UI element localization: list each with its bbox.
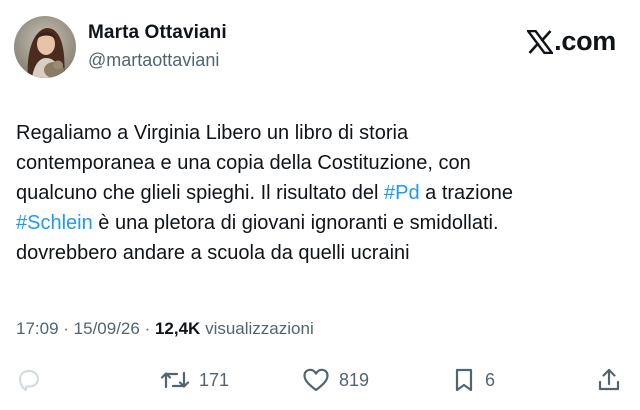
tweet-text-segment: è una pletora di giovani ignoranti e smi…	[92, 212, 499, 234]
reply-button[interactable]	[16, 362, 42, 398]
x-brand: .com	[527, 26, 616, 57]
tweet-line: qualcuno che glieli spieghi. Il risultat…	[16, 178, 626, 208]
reply-icon	[19, 370, 39, 391]
views-label: visualizzazioni	[205, 319, 314, 338]
repost-icon	[160, 371, 190, 389]
bookmark-button[interactable]: 6	[452, 362, 495, 398]
tweet-text: Regaliamo a Virginia Libero un libro di …	[16, 118, 626, 268]
tweet-line: Regaliamo a Virginia Libero un libro di …	[16, 118, 626, 148]
hashtag-link[interactable]: #Pd	[384, 182, 420, 204]
repost-count: 171	[199, 369, 230, 390]
meta-separator: ·	[58, 319, 74, 338]
hashtag-link[interactable]: #Schlein	[16, 212, 93, 234]
bookmark-icon	[455, 368, 473, 392]
author-handle[interactable]: @martaottaviani	[88, 50, 219, 71]
views-count: 12,4K	[154, 319, 201, 338]
tweet-line: dovrebbero andare a scuola da quelli ucr…	[16, 238, 626, 268]
share-button[interactable]	[596, 362, 622, 398]
meta-separator: ·	[139, 319, 155, 338]
avatar-photo	[14, 16, 76, 78]
tweet-line: contemporanea e una copia della Costituz…	[16, 148, 626, 178]
tweet-line: #Schlein è una pletora di giovani ignora…	[16, 208, 626, 238]
like-button[interactable]: 819	[302, 362, 369, 398]
tweet-text-segment: contemporanea e una copia della Costituz…	[16, 152, 471, 174]
bookmark-count: 6	[485, 369, 496, 390]
author-name[interactable]: Marta Ottaviani	[88, 22, 227, 44]
tweet-text-segment: a trazione	[419, 182, 513, 204]
heart-icon	[303, 368, 329, 392]
share-icon	[598, 368, 620, 391]
tweet-text-segment: dovrebbero andare a scuola da quelli ucr…	[16, 242, 410, 264]
avatar[interactable]	[14, 16, 76, 78]
repost-button[interactable]: 171	[160, 362, 229, 398]
like-count: 819	[339, 369, 370, 390]
action-bar: 171 819 6	[0, 362, 640, 398]
tweet-time[interactable]: 17:09	[16, 319, 59, 338]
x-logo-icon	[527, 29, 554, 54]
tweet-meta: 17:09 · 15/09/26 · 12,4K visualizzazioni	[16, 319, 314, 339]
x-wordmark: .com	[554, 26, 616, 56]
tweet-date[interactable]: 15/09/26	[74, 319, 140, 338]
tweet-text-segment: Regaliamo a Virginia Libero un libro di …	[16, 122, 409, 144]
tweet-text-segment: qualcuno che glieli spieghi. Il risultat…	[16, 182, 384, 204]
